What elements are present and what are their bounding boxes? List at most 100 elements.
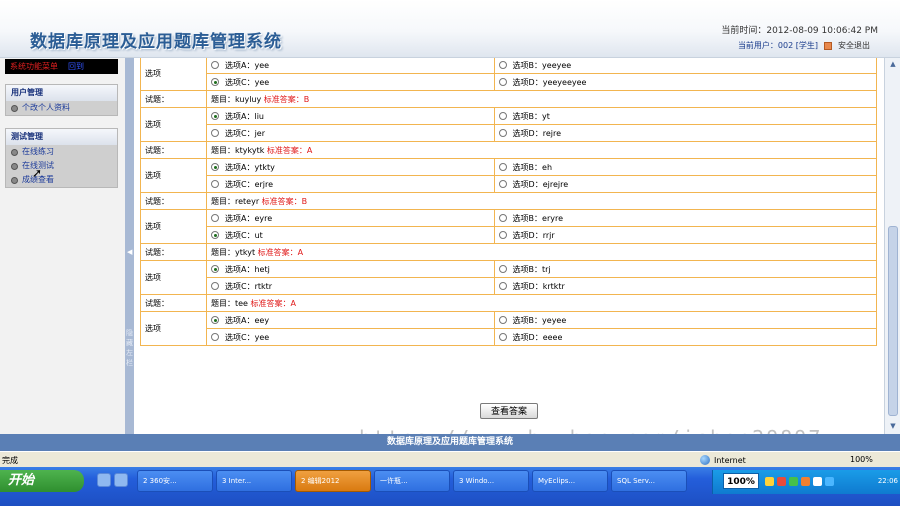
option-cell[interactable]: 选项A：eey [206,311,495,329]
option-label[interactable]: 选项C：yee [225,77,269,88]
tray-icon[interactable] [789,477,798,486]
option-label[interactable]: 选项D：yeeyeeyee [513,77,587,88]
option-cell[interactable]: 选项C：yee [206,73,495,91]
option-cell[interactable]: 选项D：rejre [493,124,878,142]
tray-icon[interactable] [813,477,822,486]
option-cell[interactable]: 选项D：rrjr [493,226,878,244]
option-cell[interactable]: 选项C：ut [206,226,495,244]
option-radio[interactable] [498,214,507,222]
option-label[interactable]: 选项B：eryre [513,213,563,224]
option-label[interactable]: 选项D：rrjr [513,230,555,241]
tray-icon[interactable] [801,477,810,486]
sidebar-item-view-scores[interactable]: 成绩查看 [6,173,117,187]
option-cell[interactable]: 选项A：hetj [206,260,495,278]
option-cell[interactable]: 选项C：yee [206,328,495,346]
option-label[interactable]: 选项D：eeee [513,332,563,343]
option-radio[interactable] [498,61,507,69]
option-cell[interactable]: 选项D：ejrejre [493,175,878,193]
logout-icon[interactable] [824,41,832,50]
option-radio[interactable] [211,61,219,69]
hide-sidebar-text[interactable]: 隐藏左栏 [125,328,134,368]
scroll-thumb[interactable] [888,226,898,416]
taskbar-window-button[interactable]: MyEclips... [532,470,608,492]
option-label[interactable]: 选项D：krtktr [513,281,565,292]
option-label[interactable]: 选项B：yeeyee [513,60,572,71]
show-desktop-icon[interactable] [114,473,128,487]
option-radio[interactable] [211,265,219,273]
taskbar-window-button[interactable]: 3 Windo... [453,470,529,492]
option-cell[interactable]: 选项C：erjre [206,175,495,193]
option-radio[interactable] [498,282,507,290]
taskbar-window-button[interactable]: SQL Serv... [611,470,687,492]
option-radio[interactable] [498,231,507,239]
option-label[interactable]: 选项A：ytkty [225,162,275,173]
option-label[interactable]: 选项B：trj [513,264,551,275]
option-cell[interactable]: 选项D：eeee [493,328,878,346]
option-label[interactable]: 选项C：jer [225,128,265,139]
taskbar-window-button[interactable]: 2 编辑2012 [295,470,371,492]
tray-icon[interactable] [777,477,786,486]
taskbar-window-button[interactable]: 一许瓶... [374,470,450,492]
option-cell[interactable]: 选项C：jer [206,124,495,142]
logout-link[interactable]: 安全退出 [838,40,870,51]
option-cell[interactable]: 选项A：liu [206,107,495,125]
option-cell[interactable]: 选项B：eryre [493,209,878,227]
scroll-down-icon[interactable]: ▼ [887,422,899,432]
sidebar-group-title[interactable]: 用户管理 [6,85,117,101]
option-cell[interactable]: 选项B：yeeyee [493,58,878,74]
sidebar-home-link[interactable]: 回到 [68,62,84,71]
vertical-scrollbar[interactable]: ▲ ▼ [884,58,900,434]
option-cell[interactable]: 选项A：yee [206,58,495,74]
view-answer-button[interactable]: 查看答案 [480,403,538,419]
option-radio[interactable] [211,282,219,290]
option-label[interactable]: 选项D：ejrejre [513,179,569,190]
collapse-arrow-icon[interactable]: ◀ [127,248,132,256]
option-radio[interactable] [498,333,507,341]
tray-icon[interactable] [765,477,774,486]
taskbar-window-button[interactable]: 2 360安... [137,470,213,492]
option-label[interactable]: 选项C：erjre [225,179,273,190]
sidebar-group-title[interactable]: 测试管理 [6,129,117,145]
sidebar-item-edit-profile[interactable]: 个改个人资料 [6,101,117,115]
option-radio[interactable] [498,180,507,188]
option-cell[interactable]: 选项A：ytkty [206,158,495,176]
option-cell[interactable]: 选项D：krtktr [493,277,878,295]
option-label[interactable]: 选项A：liu [225,111,264,122]
sidebar-item-online-test[interactable]: 在线测试 [6,159,117,173]
option-cell[interactable]: 选项B：eh [493,158,878,176]
ie-icon[interactable] [97,473,111,487]
start-button[interactable]: 开始 [0,470,84,492]
option-radio[interactable] [211,180,219,188]
option-label[interactable]: 选项A：hetj [225,264,270,275]
option-radio[interactable] [211,78,219,86]
option-radio[interactable] [498,78,507,86]
option-cell[interactable]: 选项D：yeeyeeyee [493,73,878,91]
option-radio[interactable] [498,129,507,137]
option-label[interactable]: 选项C：ut [225,230,263,241]
option-cell[interactable]: 选项A：eyre [206,209,495,227]
option-radio[interactable] [211,316,219,324]
option-radio[interactable] [211,231,219,239]
scroll-up-icon[interactable]: ▲ [887,60,899,70]
option-radio[interactable] [211,163,219,171]
option-cell[interactable]: 选项B：trj [493,260,878,278]
option-radio[interactable] [211,333,219,341]
option-cell[interactable]: 选项B：yeyee [493,311,878,329]
option-label[interactable]: 选项B：yt [513,111,550,122]
option-radio[interactable] [498,112,507,120]
option-cell[interactable]: 选项C：rtktr [206,277,495,295]
option-label[interactable]: 选项A：eey [225,315,269,326]
option-radio[interactable] [211,214,219,222]
option-radio[interactable] [211,112,219,120]
option-label[interactable]: 选项D：rejre [513,128,561,139]
option-label[interactable]: 选项B：eh [513,162,552,173]
option-label[interactable]: 选项A：yee [225,60,269,71]
option-cell[interactable]: 选项B：yt [493,107,878,125]
sidebar-toggle-bar[interactable]: ◀ 隐藏左栏 [125,58,134,434]
option-label[interactable]: 选项B：yeyee [513,315,567,326]
tray-icon[interactable] [825,477,834,486]
zoom-level[interactable]: 100% [850,455,873,464]
option-radio[interactable] [498,163,507,171]
option-radio[interactable] [498,265,507,273]
sidebar-item-online-practice[interactable]: 在线练习 [6,145,117,159]
